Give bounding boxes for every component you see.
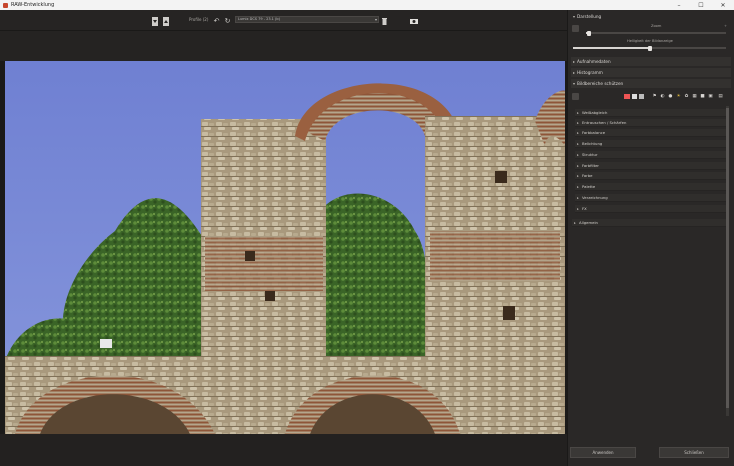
zoom-slider-knob[interactable]: [587, 30, 591, 36]
brush-icon[interactable]: [632, 94, 637, 99]
sub-palette[interactable]: ▸ Palette: [575, 183, 727, 191]
chevron-right-icon: ▸: [577, 185, 579, 189]
chevron-right-icon: ▸: [574, 221, 576, 225]
maximize-icon[interactable]: ☐: [690, 0, 712, 10]
app-icon: [3, 2, 8, 8]
profile-select-value: Lumix DCS 79 - 23.1 (b): [238, 17, 280, 21]
chevron-right-icon: ▸: [577, 111, 579, 115]
profile-select[interactable]: Lumix DCS 79 - 23.1 (b) ▾: [235, 16, 379, 23]
window-title: RAW-Entwicklung: [11, 2, 55, 8]
sub-exposure-label: Belichtung: [582, 141, 603, 146]
sub-exposure[interactable]: ▸ Belichtung: [575, 140, 727, 148]
preview-header: [0, 31, 567, 61]
grid-icon[interactable]: ▤: [718, 94, 723, 99]
chevron-right-icon: ▸: [577, 142, 579, 146]
chevron-right-icon: ▸: [577, 121, 579, 125]
sub-palette-label: Palette: [582, 184, 596, 189]
settings-icon[interactable]: [572, 93, 579, 100]
camera-icon[interactable]: [409, 16, 418, 26]
sub-fx[interactable]: ▸ FX: [575, 205, 727, 213]
sub-white-balance-label: Weißabgleich: [582, 110, 608, 115]
apply-button[interactable]: Anwenden: [570, 447, 636, 458]
undo-icon[interactable]: ↶: [213, 16, 220, 26]
sub-color-balance[interactable]: ▸ Farbbalance: [575, 129, 727, 137]
zoom-label: Zoom: [651, 24, 662, 28]
title-bar: RAW-Entwicklung – ☐ ✕: [0, 0, 734, 10]
chevron-right-icon: ▸: [573, 70, 576, 75]
top-toolbar: Profile (2) ↶ ↻ Lumix DCS 79 - 23.1 (b) …: [0, 10, 567, 31]
minimize-icon[interactable]: –: [668, 0, 690, 10]
reset-icon[interactable]: ↻: [224, 16, 231, 26]
close-icon[interactable]: ✕: [712, 0, 734, 10]
camera-small-icon[interactable]: ■: [700, 94, 705, 99]
palette-icon[interactable]: ✿: [684, 94, 689, 99]
photo-illustration: [5, 61, 565, 434]
chevron-down-icon: ▾: [374, 17, 377, 22]
chevron-right-icon: ▸: [577, 153, 579, 157]
sub-color-filter-label: Farbfilter: [582, 163, 599, 168]
chevron-right-icon: ▸: [577, 131, 579, 135]
panel-scrollbar-thumb[interactable]: [726, 108, 729, 408]
sub-color-filter[interactable]: ▸ Farbfilter: [575, 162, 727, 170]
zoom-slider[interactable]: [586, 30, 726, 36]
sub-denoise-sharpen-label: Entrauschen / Schärfen: [582, 120, 627, 125]
profile-label: Profile (2): [189, 17, 209, 22]
chevron-right-icon: ▸: [577, 207, 579, 211]
sub-structure-label: Struktur: [582, 152, 598, 157]
eraser-icon[interactable]: [639, 94, 644, 99]
settings-panel: ▾ Darstellung Zoom + Helligkeit der Bild…: [567, 10, 734, 466]
close-button[interactable]: Schließen: [659, 447, 729, 458]
sub-distortion[interactable]: ▸ Verzeichnung: [575, 194, 727, 202]
brightness-slider-fill: [573, 47, 650, 49]
section-capture-data-label: Aufnahmedaten: [577, 59, 611, 64]
circle-icon[interactable]: ●: [668, 94, 673, 99]
section-protect-areas[interactable]: ▾ Bildbereiche schützen: [571, 79, 731, 88]
zoom-plus-icon[interactable]: +: [724, 24, 727, 28]
section-display[interactable]: ▾ Darstellung: [571, 12, 731, 21]
save-profile-icon[interactable]: [162, 16, 170, 26]
red-filter-icon[interactable]: [624, 94, 630, 99]
sub-general[interactable]: ▸ Allgemein: [572, 219, 727, 227]
display-mode-icon[interactable]: [572, 25, 579, 32]
pattern-icon[interactable]: ▦: [692, 94, 697, 99]
sub-fx-label: FX: [582, 206, 587, 211]
sub-color-balance-label: Farbbalance: [582, 130, 606, 135]
sub-general-label: Allgemein: [579, 220, 598, 225]
protect-toolbar: [571, 92, 731, 102]
flag-icon[interactable]: ⚑: [652, 94, 657, 99]
chevron-right-icon: ▸: [577, 174, 579, 178]
brightness-slider[interactable]: [573, 45, 726, 51]
chevron-right-icon: ▸: [577, 196, 579, 200]
sub-color[interactable]: ▸ Farbe: [575, 172, 727, 180]
section-histogram[interactable]: ▸ Histogramm: [571, 68, 731, 77]
contrast-icon[interactable]: ◐: [660, 94, 665, 99]
sub-distortion-label: Verzeichnung: [582, 195, 608, 200]
sun-icon[interactable]: ☀: [676, 94, 681, 99]
brightness-slider-knob[interactable]: [648, 45, 652, 51]
chevron-right-icon: ▸: [573, 59, 576, 64]
raw-preview-image[interactable]: [5, 61, 565, 434]
delete-profile-icon[interactable]: [381, 16, 388, 26]
sub-white-balance[interactable]: ▸ Weißabgleich: [575, 109, 727, 117]
load-profile-icon[interactable]: [151, 16, 159, 26]
sub-denoise-sharpen[interactable]: ▸ Entrauschen / Schärfen: [575, 119, 727, 127]
image-icon[interactable]: ▣: [708, 94, 713, 99]
section-histogram-label: Histogramm: [577, 70, 603, 75]
section-protect-areas-label: Bildbereiche schützen: [577, 81, 624, 86]
preview-area: [0, 61, 567, 434]
panel-scrollbar[interactable]: [726, 106, 729, 416]
preview-footer: [0, 434, 567, 466]
sub-structure[interactable]: ▸ Struktur: [575, 151, 727, 159]
sub-color-label: Farbe: [582, 173, 593, 178]
chevron-down-icon: ▾: [573, 81, 576, 86]
section-display-label: Darstellung: [577, 14, 602, 19]
chevron-down-icon: ▾: [573, 14, 576, 19]
section-capture-data[interactable]: ▸ Aufnahmedaten: [571, 57, 731, 66]
brightness-label: Helligkeit der Bildanzeige: [627, 39, 673, 43]
chevron-right-icon: ▸: [577, 164, 579, 168]
